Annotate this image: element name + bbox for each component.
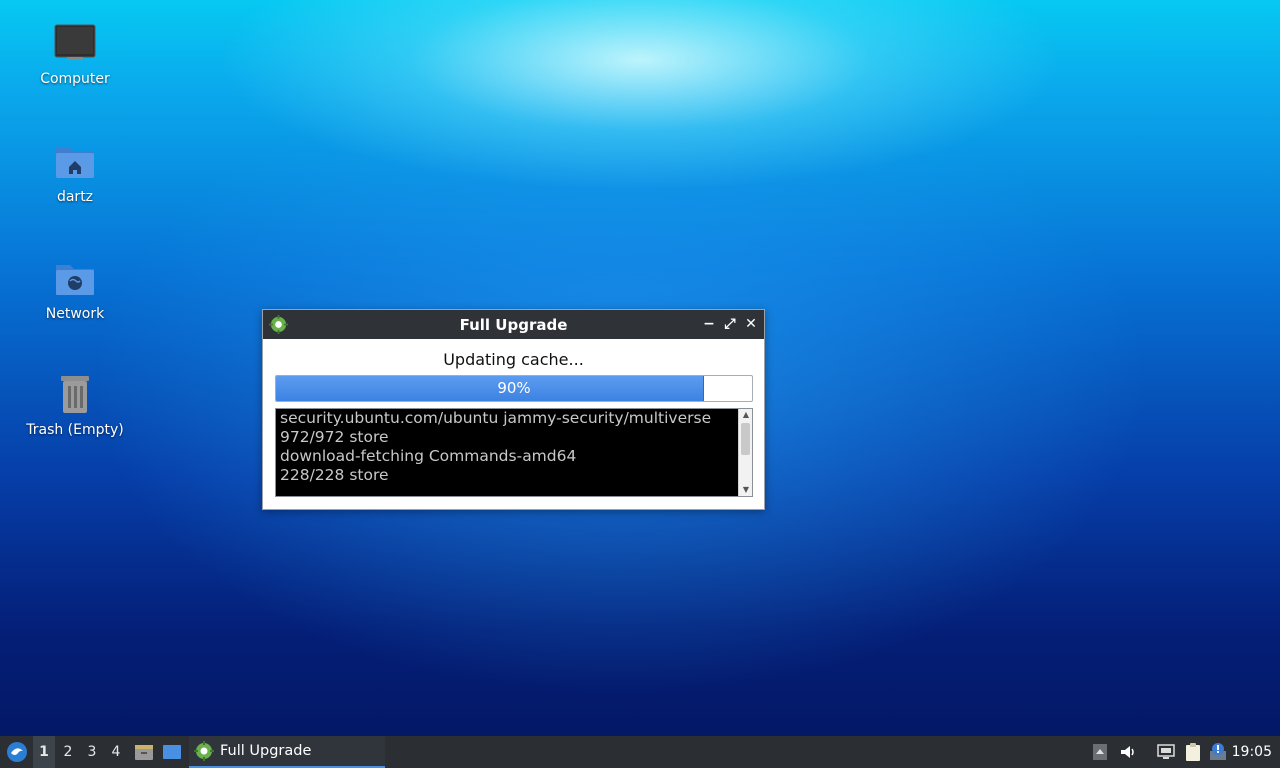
log-scrollbar[interactable]: ▲ ▼ xyxy=(738,409,752,496)
clipboard-icon xyxy=(1186,743,1200,761)
log-line: 972/972 store xyxy=(280,428,389,446)
trash-icon xyxy=(61,376,89,413)
update-alert-icon xyxy=(1210,743,1226,760)
desktop-icon-label: Trash (Empty) xyxy=(26,422,124,438)
file-manager-icon xyxy=(135,745,153,760)
monitor-icon xyxy=(54,24,96,60)
update-notifier-button[interactable] xyxy=(1206,736,1230,768)
progress-bar: 90% xyxy=(275,375,753,402)
log-line: download-fetching Commands-amd64 xyxy=(280,447,577,465)
network-status-button[interactable] xyxy=(1154,736,1178,768)
dialog-titlebar[interactable]: Full Upgrade − ⤢ ✕ xyxy=(263,310,764,339)
taskbar: 1 2 3 4 Full Upgrade 19:05 xyxy=(0,736,1280,768)
maximize-button[interactable]: ⤢ xyxy=(722,316,738,332)
speaker-icon xyxy=(1121,746,1134,758)
desktop-icon-network[interactable]: Network xyxy=(20,257,130,323)
status-text: Updating cache... xyxy=(443,350,584,369)
clipboard-button[interactable] xyxy=(1181,736,1205,768)
desktop-icon-computer[interactable]: Computer xyxy=(20,22,130,88)
gear-icon xyxy=(269,315,288,334)
progress-label: 90% xyxy=(497,379,531,397)
scroll-up-arrow-icon[interactable]: ▲ xyxy=(739,409,753,421)
minimize-button[interactable]: − xyxy=(701,316,717,332)
arrow-up-icon xyxy=(1093,744,1107,760)
start-menu-button[interactable] xyxy=(4,736,30,768)
desktop-icon-home[interactable]: dartz xyxy=(20,140,130,206)
home-folder-icon xyxy=(56,148,94,178)
scroll-down-arrow-icon[interactable]: ▼ xyxy=(739,484,753,496)
file-manager-launcher[interactable] xyxy=(132,736,156,768)
dialog-title: Full Upgrade xyxy=(459,315,568,334)
task-label: Full Upgrade xyxy=(220,743,312,759)
workspace-4[interactable]: 4 xyxy=(105,736,127,768)
workspace-3[interactable]: 3 xyxy=(81,736,103,768)
full-upgrade-dialog: Full Upgrade − ⤢ ✕ Updating cache... 90%… xyxy=(262,309,765,510)
taskbar-task-full-upgrade[interactable]: Full Upgrade xyxy=(189,736,385,768)
network-wired-icon xyxy=(1157,744,1175,759)
desktop-icon-label: Computer xyxy=(40,71,110,87)
volume-button[interactable] xyxy=(1116,736,1140,768)
log-line: security.ubuntu.com/ubuntu jammy-securit… xyxy=(280,409,712,427)
log-lines: security.ubuntu.com/ubuntu jammy-securit… xyxy=(280,409,734,485)
show-desktop-button[interactable] xyxy=(160,736,184,768)
tray-expand-button[interactable] xyxy=(1088,736,1112,768)
lubuntu-logo-icon xyxy=(7,742,27,762)
scroll-thumb[interactable] xyxy=(741,423,750,455)
gear-icon xyxy=(194,741,214,761)
desktop-icon-label: dartz xyxy=(56,189,94,205)
desktop-icon xyxy=(163,745,181,759)
log-line: 228/228 store xyxy=(280,466,389,484)
workspace-2[interactable]: 2 xyxy=(57,736,79,768)
workspace-1[interactable]: 1 xyxy=(33,736,55,768)
close-button[interactable]: ✕ xyxy=(743,316,759,332)
network-folder-icon xyxy=(56,265,94,295)
desktop-icon-trash[interactable]: Trash (Empty) xyxy=(20,373,130,439)
clock[interactable]: 19:05 xyxy=(1232,736,1272,768)
desktop-icon-label: Network xyxy=(45,306,105,322)
log-output[interactable]: security.ubuntu.com/ubuntu jammy-securit… xyxy=(275,408,753,497)
